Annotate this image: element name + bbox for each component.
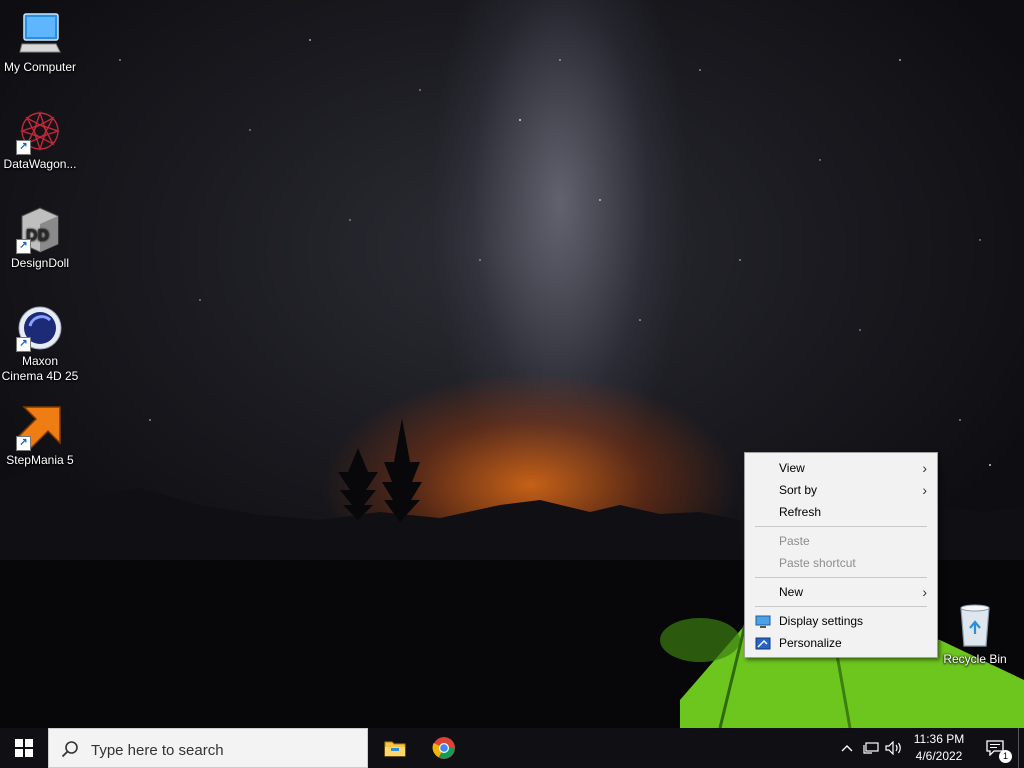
search-input[interactable]: [89, 737, 363, 763]
network-icon: [863, 742, 879, 754]
taskbar-search[interactable]: [48, 728, 368, 768]
desktop-icon-designdoll[interactable]: DD ↗ DesignDoll: [0, 206, 80, 271]
desktop-icon-label: Recycle Bin: [943, 652, 1007, 666]
search-icon: [61, 741, 78, 758]
datawagon-icon: ↗: [16, 107, 64, 155]
personalize-icon: [755, 636, 771, 650]
stepmania-icon: ↗: [16, 403, 64, 451]
desktop-icon-label: My Computer: [3, 60, 77, 74]
menu-separator: [755, 526, 927, 527]
chevron-up-icon: [841, 745, 853, 752]
desktop-icon-label: DesignDoll: [10, 256, 70, 270]
menu-item-refresh[interactable]: Refresh: [745, 501, 937, 523]
menu-item-label: Personalize: [779, 636, 842, 650]
show-hidden-icons-button[interactable]: [838, 728, 856, 768]
network-tray-button[interactable]: [861, 728, 881, 768]
display-settings-icon: [755, 614, 771, 628]
desktop-icon-stepmania[interactable]: ↗ StepMania 5: [0, 403, 80, 468]
desktop-icon-datawagon[interactable]: ↗ DataWagon...: [0, 107, 80, 172]
menu-item-paste: Paste: [745, 530, 937, 552]
menu-item-display-settings[interactable]: Display settings: [745, 610, 937, 632]
windows-logo-icon: [15, 739, 33, 757]
desktop-icon-label: DataWagon...: [3, 157, 77, 171]
desktop-icon-cinema4d[interactable]: ↗ Maxon Cinema 4D 25: [0, 304, 80, 384]
designdoll-icon: DD ↗: [16, 206, 64, 254]
chevron-right-icon: ›: [922, 460, 927, 476]
menu-item-label: Sort by: [779, 483, 818, 497]
menu-item-label: View: [779, 461, 805, 475]
shortcut-arrow-icon: ↗: [16, 239, 31, 254]
start-button[interactable]: [0, 728, 48, 768]
show-desktop-button[interactable]: [1018, 728, 1024, 768]
shortcut-arrow-icon: ↗: [16, 140, 31, 155]
recycle-bin-icon: [951, 602, 999, 650]
volume-tray-button[interactable]: [884, 728, 904, 768]
desktop-icon-label: Maxon Cinema 4D 25: [1, 354, 79, 383]
action-center-button[interactable]: 1: [978, 728, 1012, 768]
desktop-icon-my-computer[interactable]: My Computer: [0, 10, 80, 75]
chevron-right-icon: ›: [922, 482, 927, 498]
menu-separator: [755, 577, 927, 578]
taskbar-file-explorer[interactable]: [371, 728, 419, 768]
menu-item-new[interactable]: New ›: [745, 581, 937, 603]
menu-item-label: Display settings: [779, 614, 864, 628]
shortcut-arrow-icon: ↗: [16, 337, 31, 352]
taskbar-chrome[interactable]: [420, 728, 468, 768]
chrome-icon: [432, 737, 455, 759]
menu-item-label: Refresh: [779, 505, 822, 519]
menu-item-label: New: [779, 585, 804, 599]
speaker-icon: [885, 741, 901, 755]
taskbar-clock[interactable]: 11:36 PM 4/6/2022: [906, 731, 972, 765]
clock-time: 11:36 PM: [913, 732, 965, 746]
menu-item-personalize[interactable]: Personalize: [745, 632, 937, 654]
clock-date: 4/6/2022: [915, 749, 963, 763]
desktop-icon-recycle-bin[interactable]: Recycle Bin: [935, 602, 1015, 667]
menu-separator: [755, 606, 927, 607]
menu-item-label: Paste: [779, 534, 810, 548]
desktop-icon-label: StepMania 5: [6, 453, 74, 467]
cinema4d-icon: ↗: [16, 304, 64, 352]
menu-item-sort-by[interactable]: Sort by ›: [745, 479, 937, 501]
shortcut-arrow-icon: ↗: [16, 436, 31, 451]
desktop-context-menu: View › Sort by › Refresh Paste Paste sho…: [744, 452, 938, 658]
menu-item-paste-shortcut: Paste shortcut: [745, 552, 937, 574]
chevron-right-icon: ›: [922, 584, 927, 600]
file-explorer-icon: [384, 741, 406, 757]
taskbar: 11:36 PM 4/6/2022 1: [0, 728, 1024, 768]
notification-count-badge: 1: [999, 750, 1012, 763]
menu-item-label: Paste shortcut: [779, 556, 856, 570]
menu-item-view[interactable]: View ›: [745, 457, 937, 479]
monitor-icon: [16, 10, 64, 58]
